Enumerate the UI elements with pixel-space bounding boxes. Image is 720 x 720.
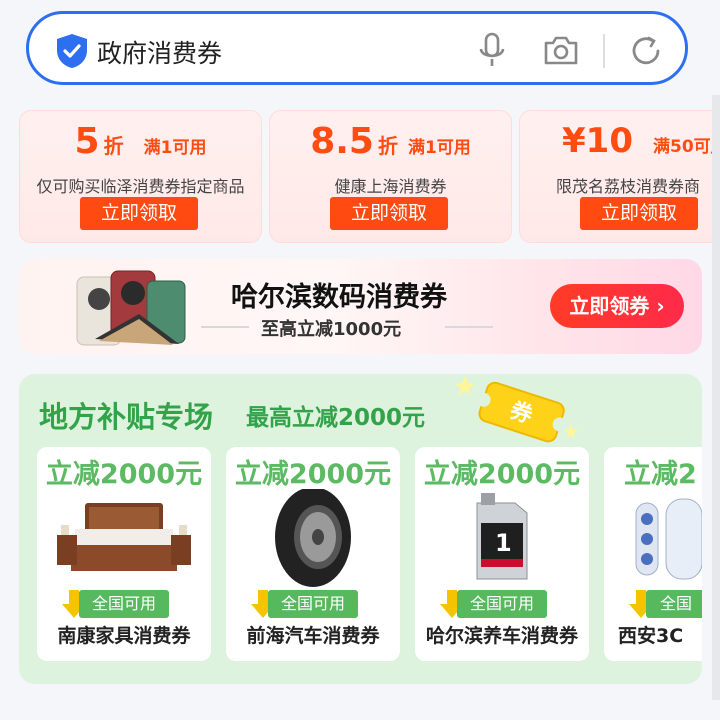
ticket-icon: 券 [455,376,578,443]
availability-tag: 全国可用 [268,590,358,618]
claim-button[interactable]: 立即领取 [80,197,198,230]
coupon-amount: 8.5 [310,121,374,162]
subsidy-card[interactable]: 立减2000元 全国可用 前海汽车消费券 [226,447,400,661]
coupon-desc: 仅可购买临泽消费券指定商品 [36,177,245,196]
engine-oil-image: 1 [476,493,528,580]
coupon-header: 5 折满1可用 [20,121,261,162]
refresh-icon[interactable] [629,34,663,68]
subsidy-card[interactable]: 立减2000元 1 全国可用 哈尔滨养车消费券 [415,447,589,661]
coupon-name: 前海汽车消费券 [246,625,380,647]
section-title: 地方补贴专场 [39,400,214,434]
coupon-card[interactable]: 8.5 折满1可用 健康上海消费券 立即领取 [269,110,512,243]
camera-icon[interactable] [543,34,579,66]
coupon-desc: 限茂名荔枝消费券商 [556,177,701,196]
svg-text:1: 1 [495,529,512,557]
speaker-image [635,498,702,580]
availability-tag: 全国 [646,590,702,618]
subsidy-card[interactable]: 立减2 全国 西安3C [604,447,702,661]
search-bar[interactable]: 政府消费券 [26,11,688,85]
coupon-desc: 健康上海消费券 [334,177,447,196]
digital-coupon-banner[interactable]: 哈尔滨数码消费券 至高立减1000元 立即领券 › [19,259,702,354]
claim-button[interactable]: 立即领取 [330,197,448,230]
coupon-condition: 满1可用 [143,138,207,158]
discount-amount: 立减2000元 [45,459,203,490]
local-subsidy-section: 地方补贴专场 最高立减2000元 券 立减2000元 全国可用 南康家具消费券 [19,374,702,684]
phones-image [76,270,186,346]
search-input[interactable]: 政府消费券 [97,34,222,70]
next-section-edge [0,700,720,720]
coupon-amount: ¥10 [562,121,633,161]
tire-image [275,489,351,587]
availability-tag: 全国可用 [79,590,169,618]
coupon-condition: 满50可用 [652,137,719,157]
coupon-unit: 折 [377,134,398,158]
shield-icon [57,34,87,68]
discount-amount: 立减2000元 [423,459,581,490]
divider [445,326,493,328]
subsidy-card[interactable]: 立减2000元 全国可用 南康家具消费券 [37,447,211,661]
coupon-unit: 折 [103,134,124,158]
coupon-name: 南康家具消费券 [57,625,191,647]
banner-title: 哈尔滨数码消费券 [231,282,447,313]
coupon-condition: 满1可用 [407,138,471,158]
availability-tag: 全国可用 [457,590,547,618]
claim-coupon-button[interactable]: 立即领券 › [550,284,684,328]
discount-amount: 立减2000元 [234,459,392,490]
coupon-card[interactable]: ¥10 满50可用 限茂名荔枝消费券商 立即领取 [519,110,720,243]
section-subtitle: 最高立减2000元 [246,405,426,431]
coupon-header: 8.5 折满1可用 [270,121,511,162]
claim-button[interactable]: 立即领取 [580,197,698,230]
banner-subtitle: 至高立减1000元 [261,319,402,340]
divider [603,34,605,68]
microphone-icon[interactable] [477,32,507,70]
bed-image [57,503,191,571]
divider [201,326,249,328]
coupon-card[interactable]: 5 折满1可用 仅可购买临泽消费券指定商品 立即领取 [19,110,262,243]
coupon-name: 西安3C [618,625,684,647]
discount-amount: 立减2 [624,459,697,490]
coupon-amount: 5 [74,121,100,162]
coupon-header: ¥10 满50可用 [562,121,719,161]
coupon-name: 哈尔滨养车消费券 [425,625,578,647]
scrollbar[interactable] [712,95,720,720]
